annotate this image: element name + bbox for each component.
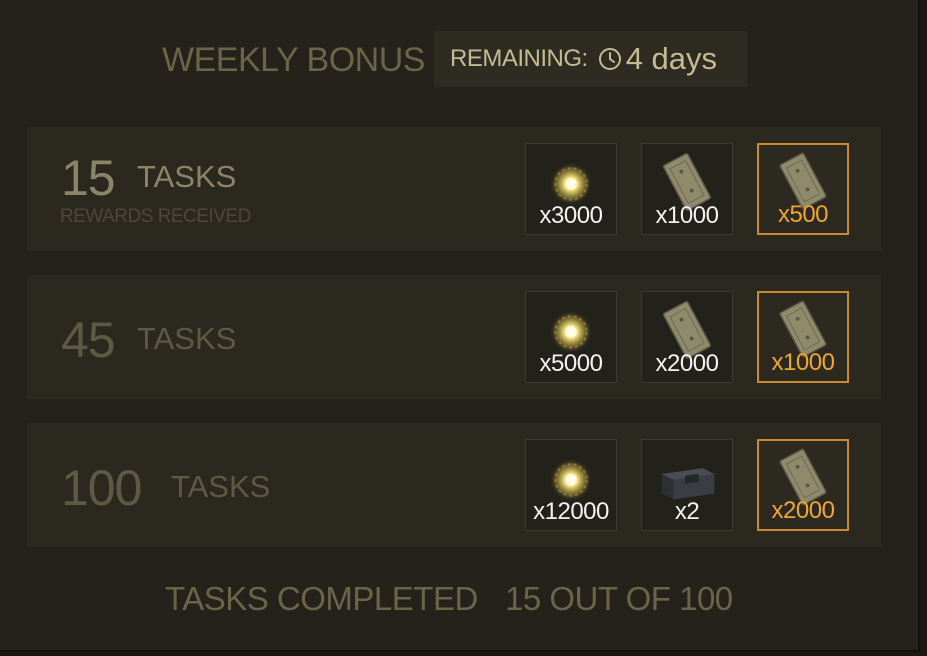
reward-quantity: x12000 bbox=[533, 498, 609, 525]
reward-quantity: x5000 bbox=[539, 350, 603, 377]
remaining-timer: REMAINING: 4 days bbox=[434, 31, 747, 87]
reward-slot-highlighted[interactable]: x2000 bbox=[757, 439, 849, 531]
remaining-value: 4 days bbox=[625, 41, 718, 76]
tier-unit: TASKS bbox=[171, 469, 271, 504]
tier-unit: TASKS bbox=[137, 159, 237, 194]
reward-slot[interactable]: x3000 bbox=[525, 143, 617, 235]
reward-quantity: x2 bbox=[674, 498, 700, 525]
tasks-completed-value: 15 OUT OF 100 bbox=[505, 580, 733, 617]
reward-quantity: x3000 bbox=[539, 202, 603, 229]
reward-quantity: x2000 bbox=[771, 497, 835, 524]
tier-count: 45 bbox=[61, 312, 116, 368]
reward-slot-highlighted[interactable]: x1000 bbox=[757, 291, 849, 383]
reward-slot[interactable]: x1000 bbox=[641, 143, 733, 235]
tasks-completed-label: TASKS COMPLETED bbox=[165, 580, 478, 617]
weekly-bonus-panel: WEEKLY BONUS REMAINING: 4 days 15 TASKS … bbox=[0, 0, 920, 652]
tier-status: REWARDS RECEIVED bbox=[60, 206, 251, 227]
reward-slot[interactable]: x5000 bbox=[525, 291, 617, 383]
reward-slot[interactable]: x2000 bbox=[641, 291, 733, 383]
reward-slot-highlighted[interactable]: x500 bbox=[757, 143, 849, 235]
reward-quantity: x2000 bbox=[655, 350, 719, 377]
reward-quantity: x1000 bbox=[771, 349, 835, 376]
reward-quantity: x500 bbox=[777, 201, 829, 228]
clock-icon bbox=[598, 47, 622, 71]
tier-row-15: 15 TASKS REWARDS RECEIVED x3000 x1000 x5… bbox=[27, 127, 881, 251]
tier-row-45: 45 TASKS x5000 x2000 x1000 bbox=[27, 275, 881, 399]
tier-row-100: 100 TASKS x12000 x2 x2000 bbox=[27, 423, 881, 547]
tier-count: 100 bbox=[61, 460, 142, 516]
reward-quantity: x1000 bbox=[655, 202, 719, 229]
reward-slot[interactable]: x2 bbox=[641, 439, 733, 531]
remaining-label: REMAINING: bbox=[450, 45, 588, 72]
panel-title: WEEKLY BONUS bbox=[162, 41, 425, 79]
tier-count: 15 bbox=[61, 150, 116, 206]
header: WEEKLY BONUS REMAINING: 4 days bbox=[0, 31, 918, 87]
tier-unit: TASKS bbox=[137, 321, 237, 356]
reward-slot[interactable]: x12000 bbox=[525, 439, 617, 531]
